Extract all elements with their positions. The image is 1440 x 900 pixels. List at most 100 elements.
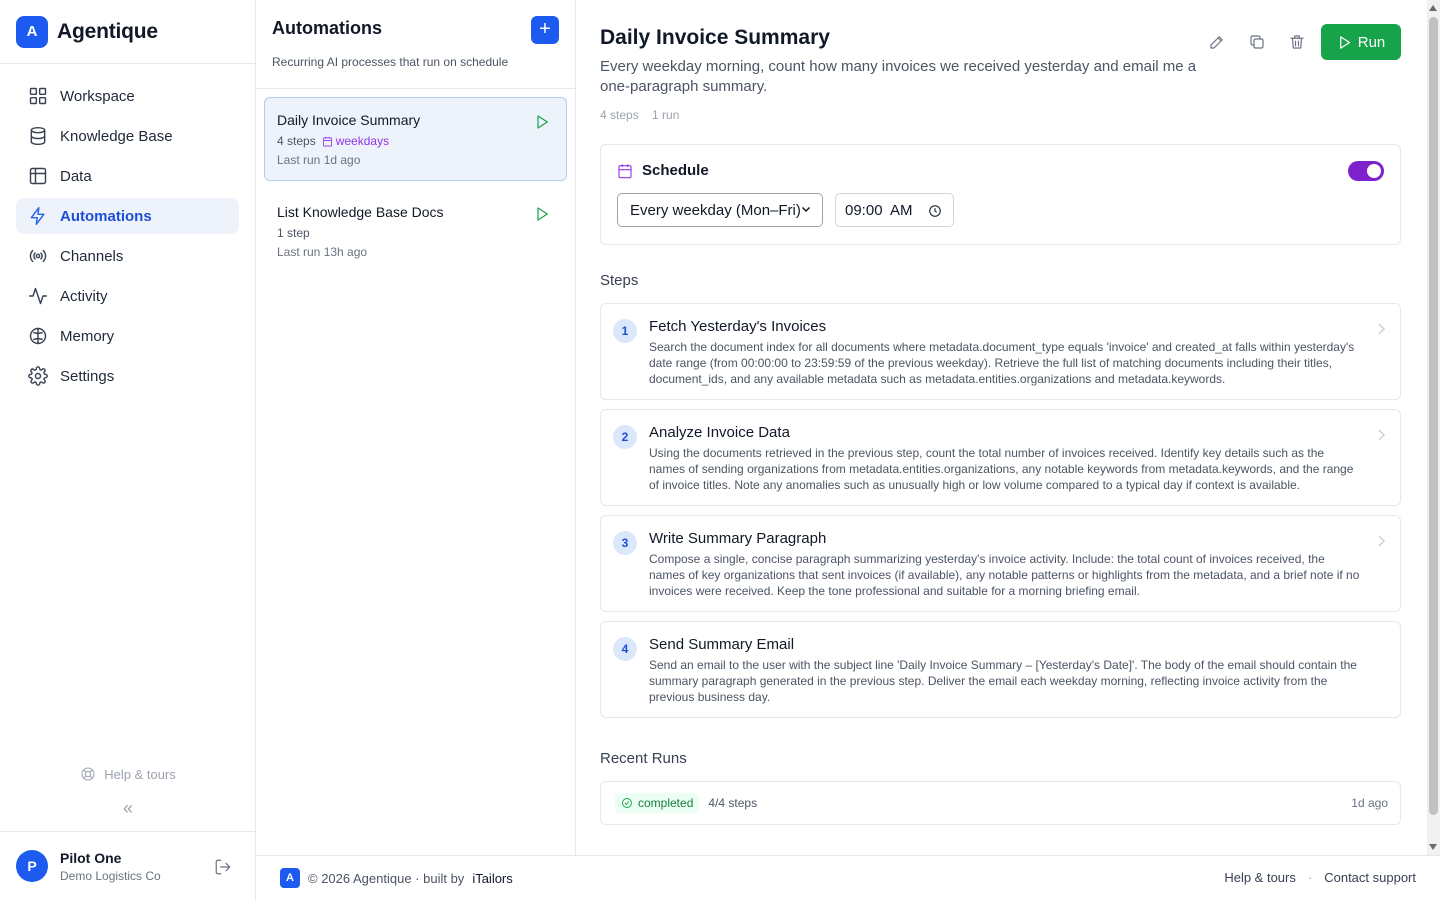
nav-item-label: Activity bbox=[60, 287, 108, 305]
steps-count: 4 steps bbox=[600, 108, 639, 122]
activity-icon bbox=[28, 287, 48, 305]
step-number: 3 bbox=[613, 531, 637, 555]
automation-steps: 1 step bbox=[277, 226, 310, 240]
step-title: Analyze Invoice Data bbox=[649, 424, 790, 441]
brand-name: Agentique bbox=[57, 19, 158, 43]
step-title: Fetch Yesterday's Invoices bbox=[649, 318, 827, 335]
avatar[interactable]: P bbox=[16, 850, 48, 882]
nav-item-label: Workspace bbox=[60, 87, 135, 105]
footer-separator: · bbox=[1307, 870, 1313, 885]
nav-item-label: Memory bbox=[60, 327, 115, 345]
nav-item-label: Settings bbox=[60, 367, 115, 385]
user-org: Demo Logistics Co bbox=[60, 868, 161, 883]
scroll-thumb[interactable] bbox=[1429, 17, 1438, 815]
nav-item-channels[interactable]: Channels bbox=[16, 238, 239, 274]
table-icon bbox=[29, 167, 47, 185]
step-body: Send an email to the user with the subje… bbox=[649, 658, 1357, 704]
user-profile: P Pilot One Demo Logistics Co bbox=[0, 831, 256, 900]
add-automation-button[interactable]: + bbox=[531, 16, 559, 44]
help-tours-link[interactable]: Help & tours bbox=[0, 766, 256, 782]
play-icon bbox=[1339, 35, 1350, 49]
user-name: Pilot One bbox=[60, 849, 122, 866]
clock-icon bbox=[929, 205, 941, 217]
nav-item-label: Knowledge Base bbox=[60, 127, 173, 145]
step-number: 1 bbox=[613, 319, 637, 343]
step-card[interactable]: 1 Fetch Yesterday's Invoices Search the … bbox=[600, 303, 1401, 400]
play-icon bbox=[537, 207, 548, 221]
step-body: Using the documents retrieved in the pre… bbox=[649, 446, 1354, 492]
nav-item-memory[interactable]: Memory bbox=[16, 318, 239, 354]
scroll-up-arrow[interactable] bbox=[1429, 5, 1437, 11]
run-automation-button[interactable] bbox=[534, 206, 550, 227]
calendar-icon bbox=[618, 163, 632, 178]
collapse-sidebar-button[interactable]: « bbox=[0, 798, 256, 819]
nav-item-settings[interactable]: Settings bbox=[16, 358, 239, 394]
run-button[interactable]: Run bbox=[1321, 24, 1401, 60]
footer-copyright: © 2026 Agentique · built by bbox=[308, 870, 465, 886]
automation-card[interactable]: List Knowledge Base Docs 1 step Last run… bbox=[264, 189, 567, 272]
schedule-toggle[interactable] bbox=[1348, 161, 1384, 181]
footer-help-link[interactable]: Help & tours bbox=[1224, 870, 1296, 885]
trash-icon bbox=[1290, 35, 1304, 49]
frequency-select[interactable]: Every weekday (Mon–Fri) bbox=[617, 193, 823, 227]
chevron-down-icon bbox=[801, 206, 811, 213]
step-card[interactable]: 4 Send Summary Email Send an email to th… bbox=[600, 621, 1401, 718]
runs-count: 1 run bbox=[652, 108, 680, 122]
step-card[interactable]: 2 Analyze Invoice Data Using the documen… bbox=[600, 409, 1401, 506]
footer-links: Help & tours · Contact support bbox=[1224, 870, 1416, 885]
brand[interactable]: A Agentique bbox=[0, 0, 255, 64]
run-row[interactable]: completed 4/4 steps 1d ago bbox=[600, 781, 1401, 825]
schedule-controls: Every weekday (Mon–Fri) 09:00 AM bbox=[617, 193, 1384, 227]
automation-last-run: Last run 1d ago bbox=[277, 153, 361, 167]
time-input[interactable]: 09:00 AM bbox=[835, 193, 954, 227]
lifebuoy-icon bbox=[81, 767, 95, 781]
gear-icon bbox=[28, 366, 48, 386]
pencil-icon bbox=[1210, 36, 1223, 49]
automation-meta: 1 step bbox=[277, 226, 554, 240]
footer-builder-link[interactable]: iTailors bbox=[472, 871, 512, 886]
nav-item-label: Automations bbox=[60, 207, 152, 225]
nav-item-activity[interactable]: Activity bbox=[16, 278, 239, 314]
footer-contact-link[interactable]: Contact support bbox=[1324, 870, 1416, 885]
detail-scrollbar[interactable] bbox=[1427, 0, 1440, 855]
sidebar: A Agentique Workspace Knowledge Base Dat… bbox=[0, 0, 256, 900]
automations-list-panel: Automations Recurring AI processes that … bbox=[256, 0, 576, 855]
schedule-label: Schedule bbox=[642, 162, 709, 179]
scroll-down-arrow[interactable] bbox=[1429, 844, 1437, 850]
calendar-icon bbox=[322, 136, 332, 146]
automations-title: Automations bbox=[272, 18, 382, 38]
automation-meta: 4 steps weekdays bbox=[277, 134, 554, 148]
time-value: 09:00 AM bbox=[845, 201, 913, 219]
run-automation-button[interactable] bbox=[534, 114, 550, 135]
automation-stats: 4 steps 1 run bbox=[600, 108, 1401, 122]
duplicate-button[interactable] bbox=[1237, 24, 1277, 60]
chevron-right-icon bbox=[1378, 429, 1386, 441]
nav-item-data[interactable]: Data bbox=[16, 158, 239, 194]
brain-icon bbox=[29, 327, 47, 345]
status-label: completed bbox=[638, 796, 694, 810]
brand-logo: A bbox=[16, 15, 48, 48]
lightning-icon bbox=[30, 206, 45, 226]
schedule-tag: weekdays bbox=[322, 134, 389, 148]
footer: A © 2026 Agentique · built by iTailors H… bbox=[256, 855, 1440, 900]
logout-button[interactable] bbox=[214, 858, 232, 881]
delete-button[interactable] bbox=[1277, 24, 1317, 60]
chevron-right-icon bbox=[1378, 323, 1386, 335]
automation-last-run: Last run 13h ago bbox=[277, 245, 368, 259]
run-time: 1d ago bbox=[1351, 796, 1388, 810]
step-number: 4 bbox=[613, 637, 637, 661]
detail-actions: Run bbox=[1197, 24, 1401, 60]
nav-item-automations[interactable]: Automations bbox=[16, 198, 239, 234]
edit-button[interactable] bbox=[1197, 24, 1237, 60]
grid-icon bbox=[29, 87, 47, 105]
check-circle-icon bbox=[622, 798, 632, 808]
play-icon bbox=[537, 115, 548, 129]
automation-card[interactable]: Daily Invoice Summary 4 steps weekdays L… bbox=[264, 97, 567, 181]
automations-header: Automations Recurring AI processes that … bbox=[256, 0, 575, 89]
automation-name: Daily Invoice Summary bbox=[277, 112, 421, 128]
footer-logo: A bbox=[280, 868, 300, 888]
nav-item-workspace[interactable]: Workspace bbox=[16, 78, 239, 114]
nav-item-knowledge-base[interactable]: Knowledge Base bbox=[16, 118, 239, 154]
step-card[interactable]: 3 Write Summary Paragraph Compose a sing… bbox=[600, 515, 1401, 612]
step-number: 2 bbox=[613, 425, 637, 449]
